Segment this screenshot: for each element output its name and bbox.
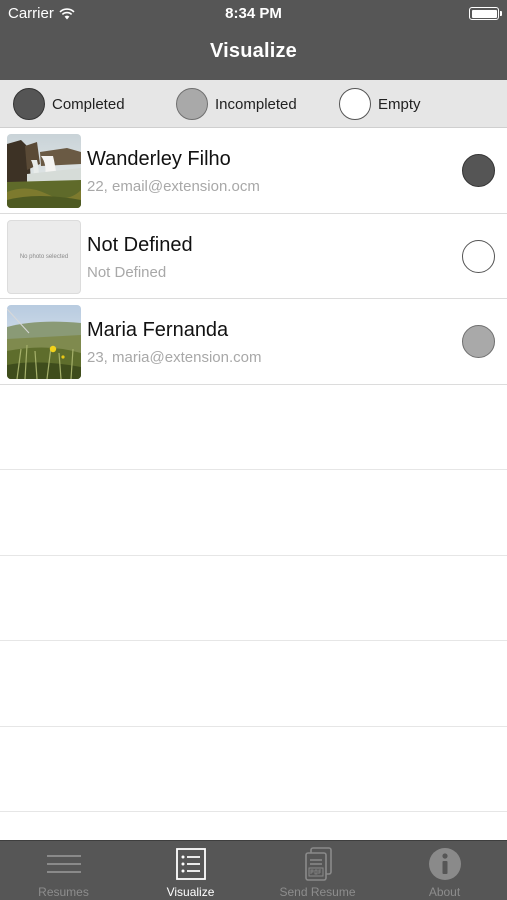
tab-resumes[interactable]: Resumes [0, 841, 127, 900]
legend-empty-label: Empty [378, 95, 421, 113]
empty-table-row [0, 470, 507, 556]
completed-status-icon [462, 154, 495, 187]
page-title: Visualize [209, 40, 298, 62]
empty-table-row [0, 727, 507, 812]
empty-table-row [0, 556, 507, 641]
list-item[interactable]: Wanderley Filho 22, email@extension.ocm [0, 128, 507, 214]
resume-list: Wanderley Filho 22, email@extension.ocm … [0, 128, 507, 812]
legend-empty: Empty [339, 88, 421, 120]
info-icon [428, 848, 461, 880]
header: Carrier 8:34 PM Visualize [0, 0, 507, 80]
checklist-icon [175, 848, 206, 880]
clock: 8:34 PM [225, 5, 282, 22]
empty-dot-icon [339, 88, 371, 120]
tab-bar: Resumes Visualize Send Resume About [0, 840, 507, 900]
tab-send-resume-label: Send Resume [279, 885, 356, 899]
person-name: Wanderley Filho [87, 148, 231, 170]
waterfall-photo [7, 134, 81, 208]
tab-about[interactable]: About [381, 841, 507, 900]
app-screen: Carrier 8:34 PM Visualize Completed Inco… [0, 0, 507, 900]
empty-table-row [0, 385, 507, 470]
empty-table-row [0, 641, 507, 727]
incompleted-status-icon [462, 325, 495, 358]
person-name: Not Defined [87, 233, 193, 256]
tab-send-resume[interactable]: Send Resume [254, 841, 381, 900]
battery-icon [469, 7, 502, 20]
person-detail: Not Defined [87, 263, 167, 281]
tab-about-label: About [428, 885, 461, 899]
no-photo-text: No photo selected [19, 253, 69, 260]
list-lines-icon [46, 855, 81, 873]
legend-incompleted: Incompleted [176, 88, 297, 120]
person-name: Maria Fernanda [87, 319, 229, 341]
pdf-document-icon [304, 847, 332, 881]
status-legend: Completed Incompleted Empty [0, 80, 507, 128]
empty-status-icon [462, 239, 495, 273]
tab-visualize-label: Visualize [166, 885, 215, 899]
legend-incompleted-label: Incompleted [215, 95, 297, 113]
incompleted-dot-icon [176, 88, 208, 120]
status-bar: Carrier 8:34 PM [0, 0, 507, 28]
list-item[interactable]: Maria Fernanda 23, maria@extension.com [0, 299, 507, 385]
meadow-photo [7, 305, 81, 379]
person-detail: 22, email@extension.ocm [87, 178, 260, 195]
legend-completed: Completed [13, 88, 125, 120]
no-photo-placeholder: No photo selected [7, 219, 81, 294]
completed-dot-icon [13, 88, 45, 120]
legend-completed-label: Completed [52, 95, 125, 113]
tab-resumes-label: Resumes [38, 885, 89, 899]
list-item[interactable]: No photo selected Not Defined Not Define… [0, 213, 507, 299]
tab-visualize[interactable]: Visualize [127, 841, 254, 900]
person-detail: 23, maria@extension.com [87, 349, 262, 366]
